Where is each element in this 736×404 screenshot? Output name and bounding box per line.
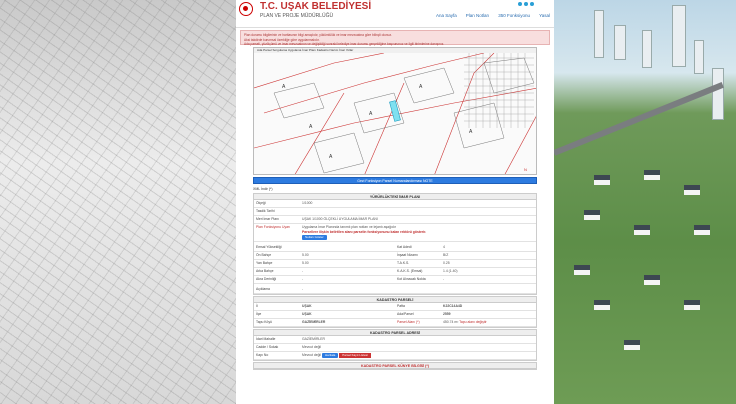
row-value: UŞAK bbox=[302, 304, 312, 308]
parcel-map[interactable]: Ada Parsel Sorgulama Uygulama İmar Planı… bbox=[253, 47, 537, 175]
background-left-city bbox=[0, 0, 236, 404]
row-label: Cadde / Sokak bbox=[256, 345, 279, 349]
row-value: 5.00 bbox=[302, 261, 309, 265]
row-value: B/Z bbox=[443, 253, 449, 257]
row-label: Pafta bbox=[397, 304, 405, 308]
row-value: GAZİEMİRLER bbox=[302, 337, 325, 341]
row-label: Emsal Yüksekliği bbox=[256, 245, 282, 249]
row-value: 1/1000 bbox=[302, 201, 313, 205]
nav-plan-notes[interactable]: Plan Notları bbox=[466, 13, 490, 18]
row-label: İl bbox=[256, 304, 258, 308]
main-panel: T.C. UŞAK BELEDİYESİ PLAN VE PROJE MÜDÜR… bbox=[236, 0, 554, 404]
row-label: Parsel Alanı (*) bbox=[397, 320, 420, 324]
xml-download[interactable]: XML İndir (*) bbox=[253, 186, 537, 192]
site-header: T.C. UŞAK BELEDİYESİ PLAN VE PROJE MÜDÜR… bbox=[236, 0, 554, 28]
row-label: Kot Alınacak Nokta bbox=[397, 277, 426, 281]
row-value: Mevcut değil bbox=[302, 345, 322, 349]
row-label: K.A.K.S. (Emsal) bbox=[397, 269, 423, 273]
map-canvas[interactable]: AAA AAA N bbox=[254, 53, 537, 175]
parcel-record-button[interactable]: Parsel Kayıt Listesi bbox=[339, 353, 371, 358]
web-icon[interactable] bbox=[530, 2, 534, 6]
row-label: Ada/Parsel bbox=[397, 312, 414, 316]
row-value: K22C14A4D bbox=[443, 304, 463, 308]
svg-text:N: N bbox=[524, 167, 527, 172]
row-label: Ön Bahçe bbox=[256, 253, 272, 257]
nav-home[interactable]: Ana Sayfa bbox=[436, 13, 457, 18]
row-value: Mevcut değil bbox=[302, 353, 322, 357]
nav-function[interactable]: 350 Fonksiyonu bbox=[498, 13, 530, 18]
row-value: 1.4 (1.40) bbox=[443, 269, 458, 273]
area-note[interactable]: Tapu alanı değiştir bbox=[459, 320, 487, 324]
row-value: UŞAK bbox=[302, 312, 312, 316]
row-label: Açıklama bbox=[256, 287, 270, 291]
site-title: T.C. UŞAK BELEDİYESİ bbox=[260, 1, 372, 12]
row-label: Tapu Köyü bbox=[256, 320, 273, 324]
social-icons bbox=[518, 2, 534, 6]
twitter-icon[interactable] bbox=[518, 2, 522, 6]
plan-section: YÜRÜRLÜKTEKİ İMAR PLANI Ölçeği 1/1000 Tas… bbox=[253, 193, 537, 295]
row-value: UŞAK 1/1000 ÖLÇEKLİ UYGULAMA İMAR PLANI bbox=[302, 217, 378, 221]
kadastro-address-section: KADASTRO PARSEL ADRESİ İdari Mahalle GAZİ… bbox=[253, 329, 537, 361]
row-label: İlçe bbox=[256, 312, 262, 316]
row-label: Kat Adedi bbox=[397, 245, 412, 249]
alert-line: Ada parseli, yüzölçümü ve imar mevzuatın… bbox=[244, 42, 445, 46]
plan-function-warning: Parsellere ilişkin belirtilen alanı pars… bbox=[302, 230, 427, 234]
row-label: Ölçeği bbox=[256, 201, 266, 205]
row-label: Meri İmar Planı bbox=[256, 217, 279, 221]
background-right-city bbox=[552, 0, 736, 404]
kadastro-section: KADASTRO PARSELİ İl UŞAK Pafta K22C14A4D İ… bbox=[253, 296, 537, 328]
tool-button[interactable]: Gezi Fonksiyon Parsel Numaralandırması N… bbox=[253, 177, 537, 184]
row-value: 2559 bbox=[443, 312, 451, 316]
row-value bbox=[300, 244, 395, 251]
row-value: - bbox=[302, 269, 304, 273]
row-value: - bbox=[443, 277, 445, 281]
nav-legal[interactable]: Yasal bbox=[539, 13, 550, 18]
row-value: - bbox=[302, 287, 304, 291]
row-value: - bbox=[302, 277, 304, 281]
row-label: Kapı No bbox=[256, 353, 269, 357]
row-label: Akra Derinliği bbox=[256, 277, 277, 281]
site-subtitle: PLAN VE PROJE MÜDÜRLÜĞÜ bbox=[260, 13, 334, 19]
row-label: Arka Bahçe bbox=[256, 269, 274, 273]
row-label: Yan Bahçe bbox=[256, 261, 273, 265]
row-value: 450.74 m² bbox=[443, 320, 459, 324]
row-label: İdari Mahalle bbox=[256, 337, 276, 341]
kadastro-kunye-section: KADASTRO PARSEL KÜNYE BİLGİSİ (*) bbox=[253, 362, 537, 370]
row-value: 4 bbox=[443, 245, 445, 249]
row-value: 0.25 bbox=[443, 261, 450, 265]
municipality-logo bbox=[239, 2, 253, 16]
kadastro-kunye-title: KADASTRO PARSEL KÜNYE BİLGİSİ (*) bbox=[254, 363, 536, 369]
info-alert: Plan durumu bilgilerinin ve haritasının … bbox=[240, 30, 550, 46]
row-label: Tasdik Tarihi bbox=[256, 209, 275, 213]
show-notes-button[interactable]: Notları Göster bbox=[302, 235, 327, 240]
row-value: 5.00 bbox=[302, 253, 309, 257]
row-label: T.A.K.S. bbox=[397, 261, 410, 265]
plan-function-label: Plan Fonksiyonu Uyarı bbox=[256, 225, 291, 229]
row-value bbox=[300, 208, 536, 215]
top-nav: Ana Sayfa Plan Notları 350 Fonksiyonu Ya… bbox=[436, 13, 550, 18]
row-label: İnşaat Nizamı bbox=[397, 253, 418, 257]
row-value: GAZİEMİRLER bbox=[302, 320, 326, 324]
map-button[interactable]: Haritala bbox=[322, 353, 339, 358]
facebook-icon[interactable] bbox=[524, 2, 528, 6]
